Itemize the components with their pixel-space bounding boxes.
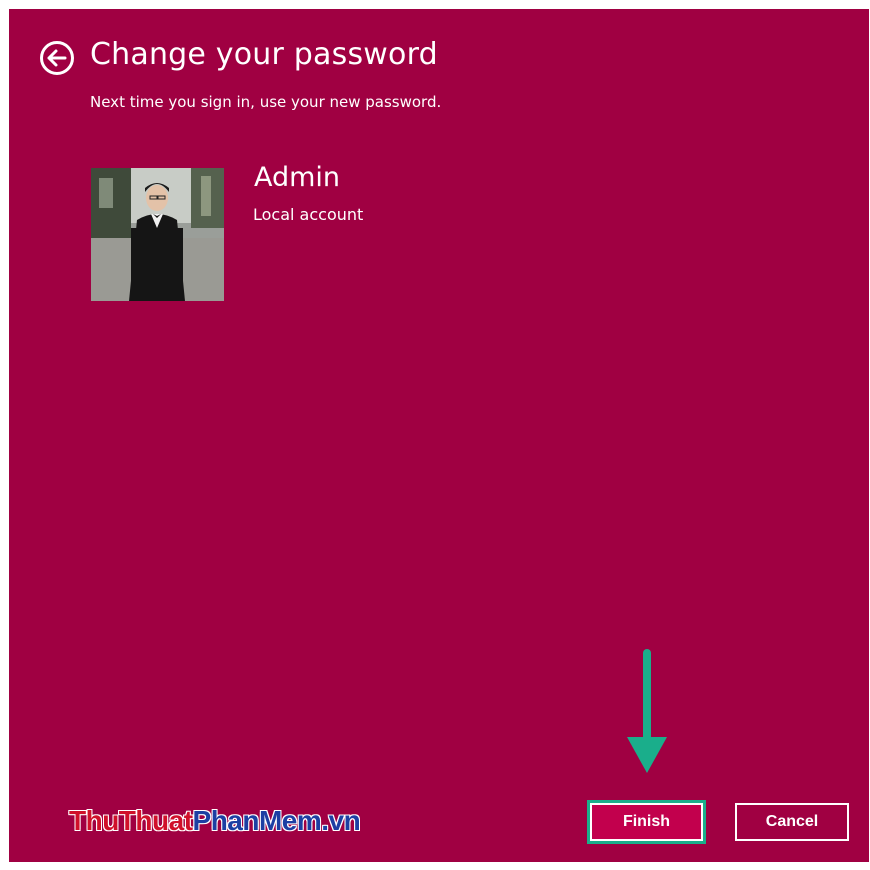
page-title: Change your password (90, 37, 438, 72)
page-subtitle: Next time you sign in, use your new pass… (90, 93, 442, 111)
finish-button[interactable]: Finish (587, 800, 706, 844)
user-photo-icon (91, 168, 224, 301)
watermark-part-1: ThuThuat (68, 804, 194, 837)
avatar (91, 168, 224, 301)
back-icon[interactable] (39, 40, 75, 76)
down-arrow-annotation-icon (627, 649, 667, 773)
change-password-dialog: Change your password Next time you sign … (9, 9, 869, 862)
account-type: Local account (253, 205, 364, 224)
account-name: Admin (254, 162, 341, 193)
watermark-logo: ThuThuatPhanMem.vn (68, 804, 362, 837)
watermark-part-2: PhanMem.vn (192, 804, 362, 837)
cancel-button[interactable]: Cancel (735, 803, 849, 841)
